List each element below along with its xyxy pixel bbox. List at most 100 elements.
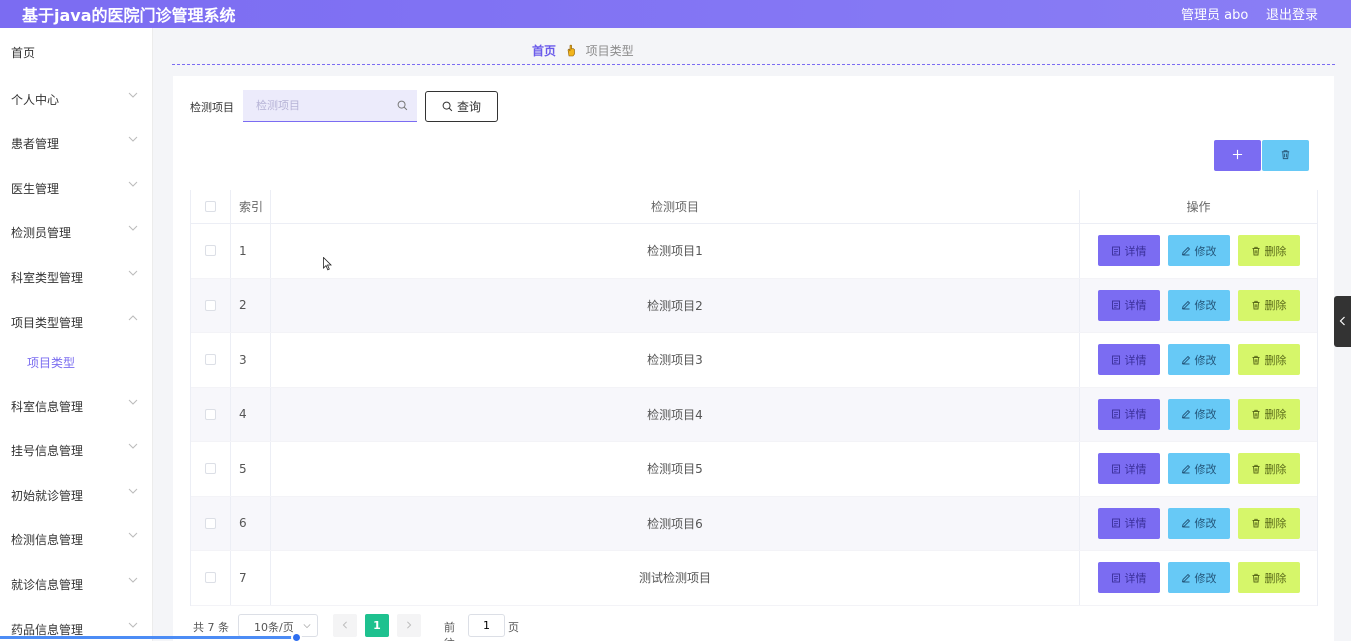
trash-icon: [1252, 519, 1259, 528]
breadcrumb-home[interactable]: 首页: [532, 44, 556, 58]
edit-button[interactable]: 修改: [1167, 289, 1230, 321]
prev-page-button[interactable]: [333, 614, 357, 637]
row-name: 检测项目5: [271, 442, 1080, 496]
edit-icon: [1181, 246, 1190, 256]
edit-icon: [1181, 573, 1190, 583]
search-input[interactable]: [243, 90, 393, 121]
page-size-select[interactable]: 10条/页: [238, 614, 318, 637]
row-name: 测试检测项目: [271, 551, 1080, 605]
row-index: 1: [231, 224, 271, 278]
sidebar-subitem-project-type[interactable]: 项目类型: [0, 350, 152, 374]
delete-button-label: 删除: [1264, 353, 1287, 367]
row-checkbox[interactable]: [205, 354, 216, 366]
delete-button-label: 删除: [1264, 408, 1287, 422]
sidebar-item-label: 挂号信息管理: [11, 444, 84, 458]
chevron-down-icon: [128, 532, 138, 538]
next-page-button[interactable]: [397, 614, 421, 637]
logout-link[interactable]: 退出登录: [1266, 4, 1318, 23]
detail-button[interactable]: 详情: [1097, 398, 1160, 430]
sidebar-item-registration[interactable]: 挂号信息管理: [0, 438, 152, 462]
goto-page-input[interactable]: [468, 614, 505, 637]
chevron-down-icon: [128, 622, 138, 628]
row-name: 检测项目2: [271, 278, 1080, 332]
sidebar-item-department-types[interactable]: 科室类型管理: [0, 265, 152, 289]
edit-button[interactable]: 修改: [1167, 562, 1230, 594]
row-checkbox[interactable]: [205, 245, 216, 257]
document-icon: [1111, 409, 1120, 419]
row-actions: 详情 修改 删除: [1080, 333, 1317, 387]
trash-icon: [1252, 410, 1259, 419]
edit-icon: [1181, 519, 1190, 528]
add-button[interactable]: [1214, 140, 1261, 171]
edit-button[interactable]: 修改: [1167, 344, 1230, 376]
table-row: 1 检测项目1 详情 修改 删除: [191, 224, 1317, 279]
data-table: 索引 检测项目 操作 1 检测项目1 详情 修改 删除 2 检测项目2 详情 修改 删除 3 检测项目…: [190, 190, 1318, 606]
delete-button[interactable]: 删除: [1237, 344, 1300, 376]
sidebar-item-label: 检测信息管理: [11, 533, 84, 547]
row-index: 5: [231, 442, 271, 496]
edit-button[interactable]: 修改: [1167, 453, 1230, 485]
row-checkbox[interactable]: [205, 408, 216, 420]
edit-button[interactable]: 修改: [1167, 507, 1230, 539]
sidebar-item-project-types[interactable]: 项目类型管理: [0, 310, 152, 334]
row-check-cell: [191, 442, 231, 496]
scrollbar-handle[interactable]: [291, 632, 302, 641]
delete-button[interactable]: 删除: [1237, 235, 1300, 267]
detail-button[interactable]: 详情: [1097, 507, 1160, 539]
delete-button[interactable]: 删除: [1237, 562, 1300, 594]
detail-button[interactable]: 详情: [1097, 453, 1160, 485]
sidebar-item-label: 科室信息管理: [11, 400, 84, 414]
row-checkbox[interactable]: [205, 517, 216, 529]
delete-button[interactable]: 删除: [1237, 289, 1300, 321]
sidebar-item-initial-visit[interactable]: 初始就诊管理: [0, 483, 152, 507]
query-button[interactable]: 查询: [425, 91, 498, 122]
batch-delete-button[interactable]: [1262, 140, 1309, 171]
sidebar-item-label: 首页: [11, 46, 36, 60]
sidebar-item-patients[interactable]: 患者管理: [0, 131, 152, 155]
edit-icon: [1181, 355, 1190, 365]
row-checkbox[interactable]: [205, 463, 216, 475]
edit-button-label: 修改: [1194, 571, 1217, 585]
sidebar-item-inspection-info[interactable]: 检测信息管理: [0, 527, 152, 551]
hand-icon: [567, 44, 575, 57]
sidebar-item-profile[interactable]: 个人中心: [0, 87, 152, 111]
table-row: 7 测试检测项目 详情 修改 删除: [191, 551, 1317, 606]
trash-icon: [1252, 464, 1259, 474]
row-name: 检测项目4: [271, 387, 1080, 441]
current-user: 管理员 abo: [1181, 8, 1249, 23]
edit-button-label: 修改: [1194, 517, 1217, 531]
row-checkbox[interactable]: [205, 299, 216, 311]
sidebar-item-visit-info[interactable]: 就诊信息管理: [0, 572, 152, 596]
table-row: 4 检测项目4 详情 修改 删除: [191, 387, 1317, 442]
row-index: 4: [231, 387, 271, 441]
row-actions: 详情 修改 删除: [1080, 388, 1317, 442]
chevron-down-icon: [128, 488, 138, 494]
detail-button-label: 详情: [1124, 299, 1147, 313]
chevron-down-icon: [128, 577, 138, 583]
row-check-cell: [191, 387, 231, 441]
sidebar-item-inspectors[interactable]: 检测员管理: [0, 220, 152, 244]
detail-button[interactable]: 详情: [1097, 344, 1160, 376]
sidebar-item-home[interactable]: 首页: [0, 40, 152, 64]
search-icon[interactable]: [397, 100, 408, 111]
detail-button[interactable]: 详情: [1097, 289, 1160, 321]
sidebar-item-department-info[interactable]: 科室信息管理: [0, 394, 152, 418]
header-check-cell: [191, 190, 231, 223]
page-number-current[interactable]: 1: [365, 614, 389, 637]
side-panel-toggle[interactable]: [1334, 296, 1351, 347]
detail-button-label: 详情: [1124, 517, 1147, 531]
delete-button[interactable]: 删除: [1237, 453, 1300, 485]
delete-button[interactable]: 删除: [1237, 507, 1300, 539]
edit-button[interactable]: 修改: [1167, 398, 1230, 430]
detail-button[interactable]: 详情: [1097, 562, 1160, 594]
select-all-checkbox[interactable]: [205, 201, 216, 212]
detail-button[interactable]: 详情: [1097, 235, 1160, 267]
row-name: 检测项目6: [271, 496, 1080, 550]
app-header: 基于java的医院门诊管理系统 管理员 abo 退出登录: [0, 0, 1351, 28]
edit-icon: [1181, 410, 1190, 419]
delete-button[interactable]: 删除: [1237, 398, 1300, 430]
edit-button[interactable]: 修改: [1167, 235, 1230, 267]
sidebar-item-doctors[interactable]: 医生管理: [0, 176, 152, 200]
horizontal-scrollbar[interactable]: [0, 636, 297, 639]
row-checkbox[interactable]: [205, 572, 216, 584]
